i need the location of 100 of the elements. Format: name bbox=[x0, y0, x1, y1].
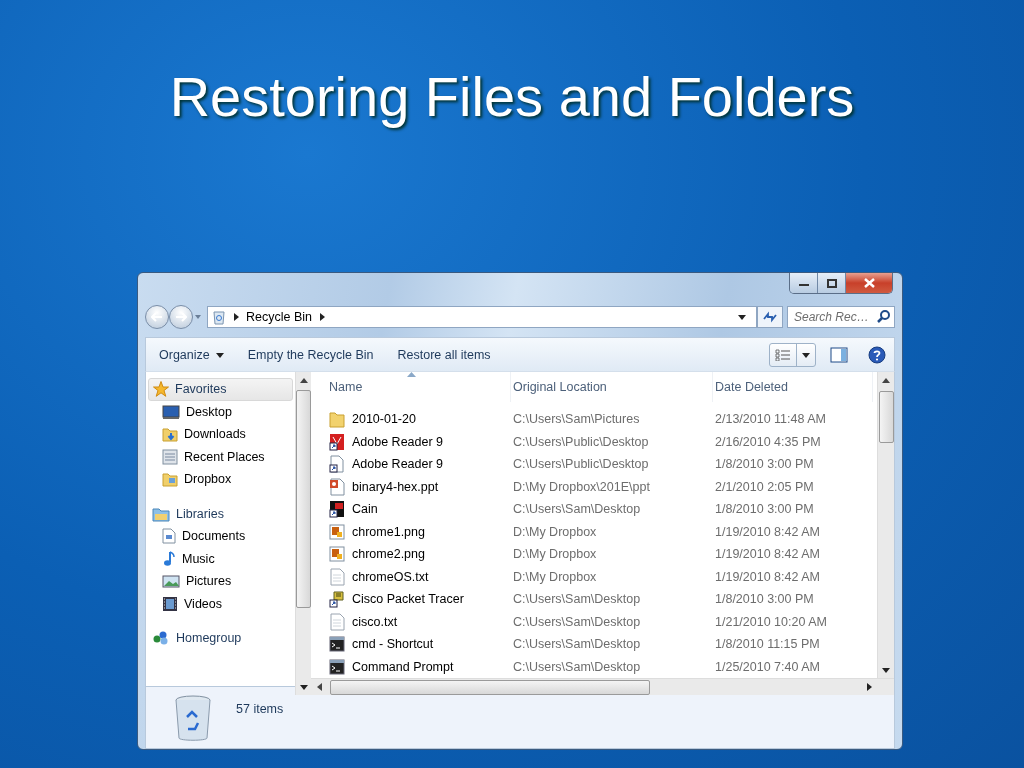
table-cell: 1/8/2010 3:00 PM bbox=[715, 457, 814, 472]
picture-icon bbox=[162, 573, 180, 590]
document-icon bbox=[329, 477, 345, 496]
sidebar-item[interactable]: Desktop bbox=[148, 400, 293, 423]
back-button[interactable] bbox=[145, 305, 169, 329]
scroll-thumb[interactable] bbox=[330, 679, 650, 695]
history-caret-icon[interactable] bbox=[193, 313, 203, 321]
monitor-icon bbox=[162, 403, 180, 420]
file-name[interactable]: Command Prompt bbox=[352, 659, 454, 674]
item-count: 57 items bbox=[236, 702, 284, 716]
sidebar-item[interactable]: Homegroup bbox=[148, 627, 293, 650]
column-header[interactable]: Date Deleted bbox=[713, 372, 873, 402]
window-icon bbox=[162, 448, 178, 465]
help-button[interactable] bbox=[868, 345, 886, 364]
toolbar-button[interactable]: Restore all items bbox=[392, 344, 496, 365]
sidebar-item[interactable]: Favorites bbox=[148, 378, 293, 401]
refresh-button[interactable] bbox=[757, 306, 783, 328]
column-header[interactable]: Name bbox=[327, 372, 511, 402]
breadcrumb[interactable]: Recycle Bin bbox=[246, 310, 312, 324]
table-cell: D:\My Dropbox bbox=[513, 569, 597, 584]
file-name[interactable]: cmd - Shortcut bbox=[352, 637, 434, 652]
scrollbar[interactable] bbox=[295, 372, 311, 695]
folder-icon bbox=[152, 505, 170, 522]
maximize-button[interactable] bbox=[818, 273, 846, 293]
back-arrow-icon bbox=[151, 312, 163, 322]
scrollbar[interactable] bbox=[877, 372, 894, 678]
file-name[interactable]: chromeOS.txt bbox=[352, 569, 429, 584]
scroll-up-icon bbox=[882, 376, 890, 385]
table-cell: 2/16/2010 4:35 PM bbox=[715, 434, 821, 449]
help-icon bbox=[868, 345, 886, 364]
file-name[interactable]: 2010-01-20 bbox=[352, 412, 416, 427]
minimize-button[interactable] bbox=[790, 273, 818, 293]
table-cell: C:\Users\Sam\Desktop bbox=[513, 637, 641, 652]
caret-icon bbox=[215, 350, 224, 359]
file-name[interactable]: chrome1.png bbox=[352, 524, 425, 539]
table-cell: C:\Users\Public\Desktop bbox=[513, 434, 649, 449]
toolbar-button[interactable]: Organize bbox=[154, 344, 229, 365]
toolbar-button[interactable]: Empty the Recycle Bin bbox=[242, 344, 379, 365]
forward-button[interactable] bbox=[169, 305, 193, 329]
file-name[interactable]: Cain bbox=[352, 502, 378, 517]
caret-icon bbox=[802, 350, 810, 359]
table-cell: 1/19/2010 8:42 AM bbox=[715, 569, 820, 584]
table-cell: C:\Users\Sam\Desktop bbox=[513, 614, 641, 629]
music-note-icon bbox=[162, 550, 176, 567]
table-cell: 2/1/2010 2:05 PM bbox=[715, 479, 814, 494]
terminal-icon bbox=[329, 657, 345, 676]
shortcut-icon bbox=[329, 432, 345, 451]
image-icon bbox=[329, 545, 345, 564]
table-cell: C:\Users\Sam\Desktop bbox=[513, 659, 641, 674]
file-name[interactable]: Adobe Reader 9 bbox=[352, 457, 444, 472]
table-cell: C:\Users\Sam\Desktop bbox=[513, 502, 641, 517]
scroll-down-icon bbox=[882, 665, 890, 674]
table-cell: 1/8/2010 3:00 PM bbox=[715, 592, 814, 607]
shortcut-icon bbox=[329, 500, 345, 519]
sidebar-item[interactable]: Music bbox=[148, 547, 293, 570]
file-name[interactable]: Adobe Reader 9 bbox=[352, 434, 444, 449]
file-name[interactable]: binary4-hex.ppt bbox=[352, 479, 439, 494]
shortcut-icon bbox=[329, 455, 345, 474]
sidebar-item[interactable]: Pictures bbox=[148, 570, 293, 593]
scroll-up-icon bbox=[299, 376, 308, 385]
table-cell: 2/13/2010 11:48 AM bbox=[715, 412, 826, 427]
maximize-icon bbox=[826, 278, 837, 288]
folder-icon bbox=[162, 471, 178, 488]
scroll-left-icon bbox=[315, 683, 324, 691]
scroll-thumb[interactable] bbox=[296, 390, 311, 608]
scroll-down-icon bbox=[299, 682, 308, 691]
table-cell: C:\Users\Sam\Pictures bbox=[513, 412, 640, 427]
forward-arrow-icon bbox=[175, 312, 187, 322]
scroll-thumb[interactable] bbox=[878, 391, 894, 443]
table-cell: D:\My Dropbox bbox=[513, 524, 597, 539]
search-icon bbox=[877, 310, 890, 323]
file-name[interactable]: Cisco Packet Tracer bbox=[352, 592, 464, 607]
search-field[interactable]: Search Rec… bbox=[787, 306, 895, 328]
scrollbar[interactable] bbox=[311, 678, 894, 695]
sidebar-item[interactable]: Documents bbox=[148, 525, 293, 548]
document-icon bbox=[329, 567, 345, 586]
preview-pane-button[interactable] bbox=[830, 346, 848, 363]
close-button[interactable] bbox=[846, 273, 892, 293]
table-cell: D:\My Dropbox\201E\ppt bbox=[513, 479, 650, 494]
close-icon bbox=[863, 278, 875, 288]
file-name[interactable]: chrome2.png bbox=[352, 547, 425, 562]
sidebar-item[interactable]: Recent Places bbox=[148, 445, 293, 468]
details-view-icon bbox=[775, 348, 791, 361]
sidebar-item[interactable]: Downloads bbox=[148, 423, 293, 446]
file-name[interactable]: cisco.txt bbox=[352, 614, 398, 629]
recycle-bin-icon bbox=[174, 695, 212, 743]
address-bar[interactable]: Recycle Bin bbox=[207, 306, 757, 328]
table-cell: 1/25/2010 7:40 AM bbox=[715, 659, 820, 674]
folder-icon bbox=[162, 426, 178, 443]
star-icon bbox=[153, 381, 169, 398]
sidebar-item[interactable]: Dropbox bbox=[148, 468, 293, 491]
refresh-icon bbox=[762, 310, 778, 324]
sidebar-item[interactable]: Videos bbox=[148, 592, 293, 615]
column-header[interactable]: Original Location bbox=[511, 372, 713, 402]
document-icon bbox=[162, 528, 176, 545]
sidebar-item[interactable]: Libraries bbox=[148, 502, 293, 525]
table-cell: C:\Users\Public\Desktop bbox=[513, 457, 649, 472]
chevron-icon bbox=[232, 313, 240, 321]
film-icon bbox=[162, 595, 178, 612]
table-cell: 1/19/2010 8:42 AM bbox=[715, 524, 820, 539]
